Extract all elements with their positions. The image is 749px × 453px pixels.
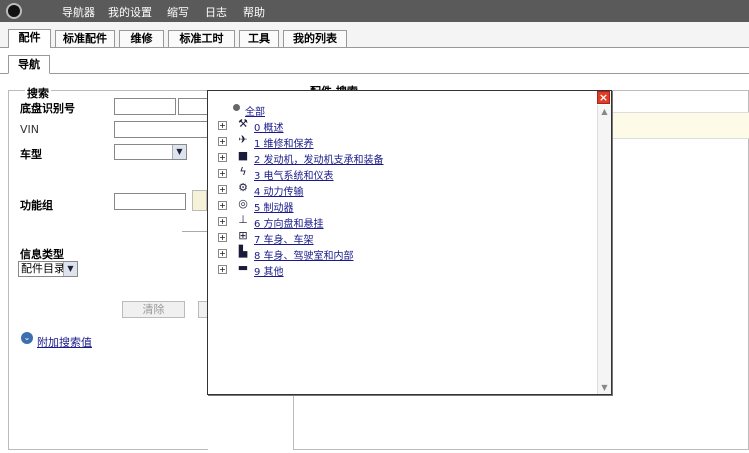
chassis-input-1[interactable] — [114, 98, 176, 115]
search-panel-title: 搜索 — [25, 85, 51, 101]
info-type-select[interactable]: 配件目录 ▼ — [18, 261, 78, 277]
wrench-icon: ⚒ — [238, 117, 248, 130]
additional-search-link[interactable]: 附加搜索值 — [37, 334, 92, 350]
electrical-icon: ϟ — [239, 165, 247, 178]
tab-navigation[interactable]: 导航 — [8, 55, 50, 74]
engine-icon: ■ — [237, 149, 249, 162]
expand-plus-icon[interactable]: + — [218, 137, 227, 146]
tab-tools[interactable]: 工具 — [239, 30, 279, 47]
info-type-value: 配件目录 — [21, 262, 65, 275]
expand-down-icon[interactable]: ⌄ — [21, 332, 33, 344]
chassis-input-2[interactable] — [178, 98, 208, 115]
tree-item-label[interactable]: 0 概述 — [254, 119, 284, 134]
divider — [182, 231, 207, 232]
tree-item-label[interactable]: 7 车身、车架 — [254, 231, 314, 246]
tree-item-label[interactable]: 2 发动机，发动机支承和装备 — [254, 151, 384, 166]
tree-root-all[interactable]: 全部 — [245, 103, 265, 118]
expand-plus-icon[interactable]: + — [218, 185, 227, 194]
tab-standard-parts[interactable]: 标准配件 — [55, 30, 115, 47]
truck-icon: ▬ — [237, 261, 249, 274]
results-header-strip — [612, 112, 749, 139]
tree-item-label[interactable]: 5 制动器 — [254, 199, 294, 214]
expand-plus-icon[interactable]: + — [218, 169, 227, 178]
chassis-label: 底盘识别号 — [20, 102, 75, 115]
function-group-browse-button[interactable] — [192, 190, 207, 211]
tab-parts[interactable]: 配件 — [8, 29, 51, 48]
expand-plus-icon[interactable]: + — [218, 153, 227, 162]
scroll-up-icon[interactable]: ▲ — [599, 106, 610, 117]
info-type-label: 信息类型 — [20, 248, 64, 261]
tree-item-label[interactable]: 8 车身、驾驶室和内部 — [254, 247, 354, 262]
expand-plus-icon[interactable]: + — [218, 201, 227, 210]
menu-my-settings[interactable]: 我的设置 — [108, 4, 152, 20]
menu-navigator[interactable]: 导航器 — [62, 4, 95, 20]
app-logo-icon — [6, 3, 22, 19]
chevron-down-icon: ▼ — [172, 145, 186, 159]
tab-standard-labor[interactable]: 标准工时 — [168, 30, 235, 47]
tree-root-bullet-icon — [233, 104, 240, 111]
menu-log[interactable]: 日志 — [205, 4, 227, 20]
tree-item-label[interactable]: 1 维修和保养 — [254, 135, 314, 150]
tab-repair[interactable]: 维修 — [119, 30, 164, 47]
vin-input[interactable] — [114, 121, 208, 138]
brake-icon: ◎ — [238, 197, 248, 210]
tree-item-label[interactable]: 4 动力传输 — [254, 183, 304, 198]
gears-icon: ⚙ — [238, 181, 248, 194]
tab-my-list[interactable]: 我的列表 — [283, 30, 347, 47]
menu-abbreviations[interactable]: 缩写 — [167, 4, 189, 20]
steering-icon: ⊥ — [238, 213, 248, 226]
popup-scrollbar[interactable]: ▲ ▼ — [597, 105, 611, 394]
cab-icon: ▙ — [238, 245, 248, 258]
tree-item-label[interactable]: 9 其他 — [254, 263, 284, 278]
frame-icon: ⊞ — [238, 229, 248, 242]
scroll-down-icon[interactable]: ▼ — [599, 382, 610, 393]
expand-plus-icon[interactable]: + — [218, 217, 227, 226]
expand-plus-icon[interactable]: + — [218, 121, 227, 130]
chevron-down-icon: ▼ — [63, 262, 77, 276]
menu-bar: 导航器 我的设置 缩写 日志 帮助 — [0, 0, 749, 22]
sub-tab-bar — [0, 48, 749, 74]
menu-help[interactable]: 帮助 — [243, 4, 265, 20]
tree-item-label[interactable]: 3 电气系统和仪表 — [254, 167, 334, 182]
tree-item-label[interactable]: 6 方向盘和悬挂 — [254, 215, 324, 230]
expand-plus-icon[interactable]: + — [218, 233, 227, 242]
service-icon: ✈ — [238, 133, 248, 146]
clear-button[interactable]: 清除 — [122, 301, 185, 318]
close-icon[interactable]: × — [597, 91, 610, 104]
function-group-input[interactable] — [114, 193, 186, 210]
model-label: 车型 — [20, 148, 42, 161]
expand-plus-icon[interactable]: + — [218, 265, 227, 274]
expand-plus-icon[interactable]: + — [218, 249, 227, 258]
model-select[interactable]: ▼ — [114, 144, 187, 160]
vin-label: VIN — [20, 123, 39, 136]
function-group-label: 功能组 — [20, 199, 53, 212]
